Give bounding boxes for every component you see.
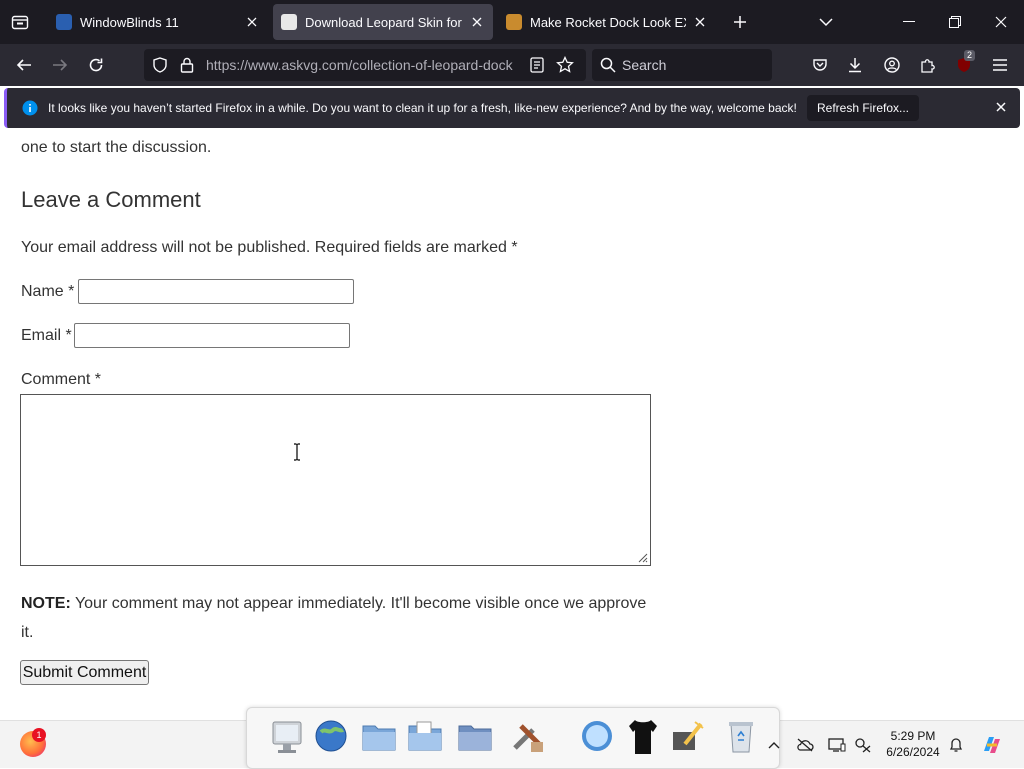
submit-comment-button[interactable]: Submit Comment xyxy=(20,660,149,685)
close-tab-icon[interactable] xyxy=(692,14,708,30)
close-tab-icon[interactable] xyxy=(244,14,260,30)
restore-button[interactable] xyxy=(932,0,978,44)
minimize-icon xyxy=(903,21,915,22)
back-arrow-icon xyxy=(16,59,31,71)
onedrive-offline-icon[interactable] xyxy=(795,735,815,755)
extensions-button[interactable] xyxy=(914,51,942,79)
puzzle-piece-icon xyxy=(921,59,935,73)
search-icon xyxy=(600,57,616,73)
chevron-down-icon xyxy=(819,18,833,27)
hamburger-menu-icon xyxy=(993,59,1007,71)
dock-globe-icon[interactable] xyxy=(309,714,353,758)
note-text: Your comment may not appear immediately.… xyxy=(21,595,647,641)
minimize-button[interactable] xyxy=(886,0,932,44)
clock-time: 5:29 PM xyxy=(890,729,936,743)
tab-rocket-dock[interactable]: Make Rocket Dock Look EXACT xyxy=(498,4,716,40)
ublock-extension-button[interactable]: 2 xyxy=(950,50,978,79)
address-bar[interactable]: https://www.askvg.com/collection-of-leop… xyxy=(144,49,586,81)
tab-title: WindowBlinds 11 xyxy=(80,14,179,30)
comment-notes: Your email address will not be published… xyxy=(21,239,518,256)
rocket-dock xyxy=(246,707,780,769)
notification-bar: It looks like you haven’t started Firefo… xyxy=(4,88,1020,128)
email-field[interactable] xyxy=(74,323,350,348)
notification-bell-icon[interactable] xyxy=(946,735,966,755)
dock-documents-folder-icon[interactable] xyxy=(403,714,447,758)
dock-tshirt-icon[interactable] xyxy=(621,714,665,758)
list-all-tabs-button[interactable] xyxy=(814,10,838,34)
app-menu-button[interactable] xyxy=(986,51,1014,79)
extension-badge: 2 xyxy=(964,50,976,61)
tracking-protection-shield-icon[interactable] xyxy=(152,57,168,73)
comment-textarea[interactable] xyxy=(20,394,651,566)
reload-button[interactable] xyxy=(82,51,110,79)
forward-arrow-icon xyxy=(53,59,68,71)
youtube-thumbnail-favicon-icon xyxy=(506,14,522,30)
dock-safari-globe-icon[interactable] xyxy=(575,714,619,758)
comment-label: Comment * xyxy=(21,371,102,388)
search-bar[interactable]: Search xyxy=(592,49,772,81)
dock-script-editor-icon[interactable] xyxy=(665,714,709,758)
system-clock[interactable]: 5:29 PM 6/26/2024 xyxy=(880,728,946,760)
account-button[interactable] xyxy=(878,51,906,79)
reload-icon xyxy=(89,58,103,72)
firefox-view-icon xyxy=(11,15,29,30)
taskbar: 1 5:29 PM 6/26/2024 xyxy=(0,707,1024,769)
new-tab-button[interactable] xyxy=(728,10,752,34)
previous-text: one to start the discussion. xyxy=(21,139,212,156)
text-cursor-icon xyxy=(294,443,300,461)
notification-message: It looks like you haven’t started Firefo… xyxy=(48,101,797,115)
show-hidden-icons-button[interactable] xyxy=(764,735,784,755)
downloads-button[interactable] xyxy=(841,51,869,79)
dock-recycle-bin-icon[interactable] xyxy=(719,714,763,758)
search-placeholder: Search xyxy=(622,57,667,73)
copilot-icon[interactable] xyxy=(980,733,1004,757)
close-window-button[interactable] xyxy=(978,0,1024,44)
askvg-favicon-icon xyxy=(281,14,297,30)
stardock-favicon-icon xyxy=(56,14,72,30)
url-text[interactable]: https://www.askvg.com/collection-of-leop… xyxy=(206,57,516,73)
dock-utilities-icon[interactable] xyxy=(505,714,549,758)
pocket-icon xyxy=(813,59,827,71)
network-disconnected-icon[interactable] xyxy=(853,735,873,755)
pocket-button[interactable] xyxy=(806,51,834,79)
close-notification-icon[interactable] xyxy=(996,102,1006,112)
email-label: Email * xyxy=(21,327,72,344)
resize-grip-icon[interactable] xyxy=(636,551,648,563)
moderation-note: NOTE: Your comment may not appear immedi… xyxy=(21,589,661,647)
firefox-view-button[interactable] xyxy=(0,0,40,44)
chevron-up-icon xyxy=(768,742,780,749)
note-label: NOTE: xyxy=(21,595,71,612)
name-label: Name * xyxy=(21,283,75,300)
close-tab-icon[interactable] xyxy=(469,14,485,30)
dock-folder-icon[interactable] xyxy=(357,714,401,758)
reader-view-icon[interactable] xyxy=(530,57,544,73)
forward-button[interactable] xyxy=(46,51,74,79)
info-icon xyxy=(22,100,38,116)
back-button[interactable] xyxy=(10,51,38,79)
dock-downloads-folder-icon[interactable] xyxy=(453,714,497,758)
download-icon xyxy=(849,58,861,73)
tab-windowblinds[interactable]: WindowBlinds 11 xyxy=(48,4,268,40)
refresh-firefox-button[interactable]: Refresh Firefox... xyxy=(807,95,919,121)
tab-title: Download Leopard Skin for RK xyxy=(305,14,463,30)
page-content: one to start the discussion. Leave a Com… xyxy=(0,130,1024,720)
comment-heading: Leave a Comment xyxy=(21,187,201,212)
navigation-toolbar: https://www.askvg.com/collection-of-leop… xyxy=(0,44,1024,86)
dock-monitor-icon[interactable] xyxy=(265,714,309,758)
account-icon xyxy=(884,57,900,73)
display-icon[interactable] xyxy=(827,735,847,755)
tab-title: Make Rocket Dock Look EXACT xyxy=(530,14,686,30)
clock-date: 6/26/2024 xyxy=(886,745,940,759)
tab-download-leopard[interactable]: Download Leopard Skin for RK xyxy=(273,4,493,40)
restore-icon xyxy=(949,16,961,28)
plus-icon xyxy=(734,16,746,28)
bookmark-star-icon[interactable] xyxy=(556,56,574,74)
tab-strip: WindowBlinds 11 Download Leopard Skin fo… xyxy=(0,0,1024,44)
close-icon xyxy=(995,16,1007,28)
lock-icon[interactable] xyxy=(180,57,194,73)
firefox-notification-badge: 1 xyxy=(32,728,46,742)
name-field[interactable] xyxy=(78,279,354,304)
